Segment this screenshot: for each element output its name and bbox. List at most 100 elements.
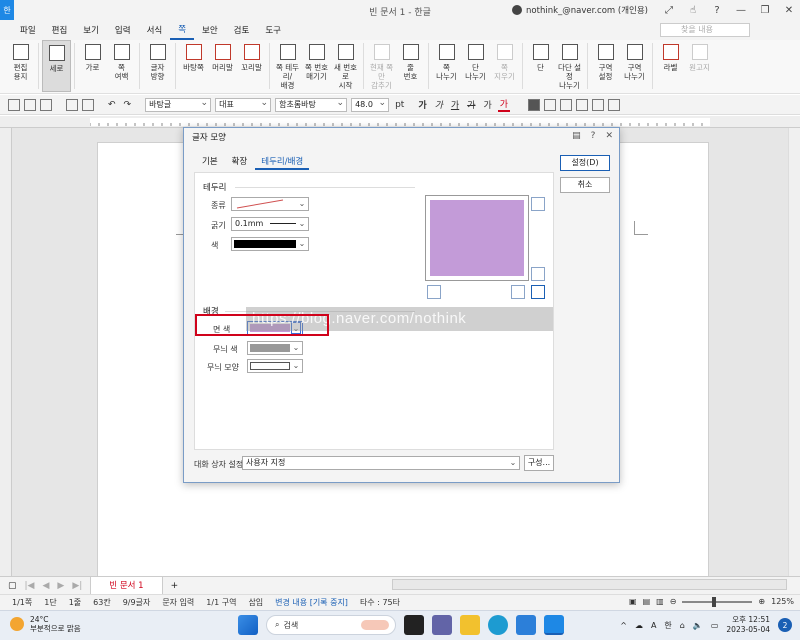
menu-view[interactable]: 보기: [75, 20, 107, 40]
zoom-level[interactable]: 125%: [771, 597, 794, 606]
pin-icon[interactable]: ☝: [682, 0, 704, 20]
view-page-icon[interactable]: ▤: [643, 597, 651, 606]
edge-icon[interactable]: [488, 615, 508, 635]
ribbon-button-18[interactable]: 구역 설정: [591, 40, 620, 92]
network-icon[interactable]: ⌂: [680, 621, 685, 630]
explorer-icon[interactable]: [460, 615, 480, 635]
store-icon[interactable]: [516, 615, 536, 635]
close-button[interactable]: ✕: [778, 0, 800, 20]
italic-button[interactable]: 가: [433, 98, 445, 111]
undo-icon[interactable]: ↶: [106, 100, 118, 110]
expand-icon[interactable]: ⤢: [658, 0, 680, 20]
dialog-menu-icon[interactable]: ▤: [572, 131, 581, 141]
lang-select[interactable]: 대표: [215, 97, 272, 112]
ribbon-button-13[interactable]: 쪽 나누기: [432, 40, 461, 92]
menu-review[interactable]: 검토: [226, 20, 258, 40]
dialog-close-icon[interactable]: ✕: [605, 131, 613, 141]
strike-button[interactable]: 가: [465, 98, 477, 111]
unit-label[interactable]: pt: [393, 100, 406, 110]
border-color-select[interactable]: ⌄: [231, 237, 309, 251]
clock[interactable]: 오후 12:51 2023-05-04: [726, 615, 770, 635]
tab-extended[interactable]: 확장: [226, 154, 254, 170]
underline-button[interactable]: 가: [449, 98, 461, 111]
minimize-button[interactable]: —: [730, 0, 752, 20]
notification-badge[interactable]: 2: [778, 618, 792, 632]
align-justify-icon[interactable]: [528, 98, 541, 111]
align-left-icon[interactable]: [544, 98, 557, 111]
ribbon-button-3[interactable]: 쪽 여백: [107, 40, 136, 92]
ribbon-button-4[interactable]: 글자 방향: [143, 40, 172, 92]
save-icon[interactable]: [40, 98, 52, 111]
ok-button[interactable]: 설정(D): [560, 155, 610, 171]
vertical-ruler[interactable]: [0, 128, 12, 576]
align-center-icon[interactable]: [576, 98, 589, 111]
ime-hangul[interactable]: 한: [664, 620, 671, 631]
new-doc-icon[interactable]: [8, 98, 20, 111]
doc-tab-active[interactable]: 빈 문서 1: [90, 576, 163, 595]
ribbon-button-21[interactable]: 원고지: [685, 40, 714, 92]
ribbon-button-8[interactable]: 쪽 테두리/배경: [273, 40, 302, 92]
distribute-icon[interactable]: [592, 98, 605, 111]
ribbon-button-14[interactable]: 단 나누기: [461, 40, 490, 92]
divide-icon[interactable]: [608, 98, 621, 111]
help-icon[interactable]: ?: [706, 0, 728, 20]
border-top-button[interactable]: [531, 197, 545, 211]
size-input[interactable]: 48.0: [351, 97, 390, 112]
text-color-button[interactable]: 가: [497, 97, 511, 112]
menu-tools[interactable]: 도구: [257, 20, 289, 40]
ribbon-button-10[interactable]: 새 번호로 시작: [331, 40, 360, 92]
menu-search-input[interactable]: 찾을 내용: [660, 23, 750, 37]
dialog-help-icon[interactable]: ?: [591, 131, 596, 141]
border-inside-button[interactable]: [511, 285, 525, 299]
taskbar-search[interactable]: ⌕ 검색: [266, 615, 396, 635]
ime-indicator[interactable]: A: [651, 621, 656, 630]
border-right-button[interactable]: [531, 267, 545, 281]
ribbon-button-15[interactable]: 쪽 지우기: [490, 40, 519, 92]
status-track-changes[interactable]: 변경 내용 [기록 중지]: [275, 597, 348, 608]
style-select[interactable]: 바탕글: [145, 97, 212, 112]
redo-icon[interactable]: ↷: [122, 100, 134, 110]
cancel-button[interactable]: 취소: [560, 177, 610, 193]
weather-widget[interactable]: 24°C 부분적으로 맑음: [10, 615, 81, 633]
nav-prev-icon[interactable]: ◀: [42, 581, 49, 591]
menu-file[interactable]: 파일: [12, 20, 44, 40]
config-button[interactable]: 구성...: [524, 455, 554, 471]
ribbon-button-7[interactable]: 꼬리말: [237, 40, 266, 92]
nav-first-icon[interactable]: |◀: [25, 581, 35, 591]
menu-page[interactable]: 쪽: [170, 20, 195, 40]
windows-start-icon[interactable]: [238, 615, 258, 635]
dialog-setting-select[interactable]: 사용자 지정 ⌄: [242, 456, 520, 470]
pattern-shape-select[interactable]: ⌄: [247, 359, 303, 373]
tray-chevron-icon[interactable]: ^: [620, 621, 627, 630]
account-info[interactable]: nothink_@naver.com (개인용): [512, 4, 648, 16]
print-icon[interactable]: [66, 98, 78, 111]
ribbon-button-2[interactable]: 가로: [78, 40, 107, 92]
preview-icon[interactable]: [82, 98, 94, 111]
tab-basic[interactable]: 기본: [196, 154, 224, 170]
ribbon-button-1[interactable]: 세로: [42, 40, 71, 92]
view-normal-icon[interactable]: ▣: [629, 597, 637, 606]
horizontal-scrollbar[interactable]: [392, 579, 787, 590]
vertical-scrollbar[interactable]: [788, 128, 800, 576]
ribbon-button-5[interactable]: 바탕쪽: [179, 40, 208, 92]
highlight-button[interactable]: 가: [481, 98, 493, 111]
nav-last-icon[interactable]: ▶|: [72, 581, 82, 591]
border-left-button[interactable]: [427, 285, 441, 299]
bold-button[interactable]: 가: [416, 98, 428, 111]
zoom-out-icon[interactable]: ⊖: [670, 597, 677, 606]
ribbon-button-0[interactable]: 편집 용지: [6, 40, 35, 92]
volume-icon[interactable]: 🔈: [693, 621, 703, 630]
chat-icon[interactable]: [432, 615, 452, 635]
zoom-knob[interactable]: [712, 596, 717, 607]
border-all-button[interactable]: [531, 285, 545, 299]
border-thickness-select[interactable]: 0.1mm ⌄: [231, 217, 309, 231]
zoom-slider[interactable]: [682, 596, 753, 607]
view-web-icon[interactable]: ▥: [656, 597, 664, 606]
ribbon-button-16[interactable]: 단: [526, 40, 555, 92]
ribbon-button-6[interactable]: 머리말: [208, 40, 237, 92]
menu-edit[interactable]: 편집: [44, 20, 76, 40]
ribbon-button-11[interactable]: 현재 쪽만 감추기: [367, 40, 396, 92]
menu-insert[interactable]: 입력: [107, 20, 139, 40]
ribbon-button-17[interactable]: 다단 설정 나누기: [555, 40, 584, 92]
align-right-icon[interactable]: [560, 98, 573, 111]
